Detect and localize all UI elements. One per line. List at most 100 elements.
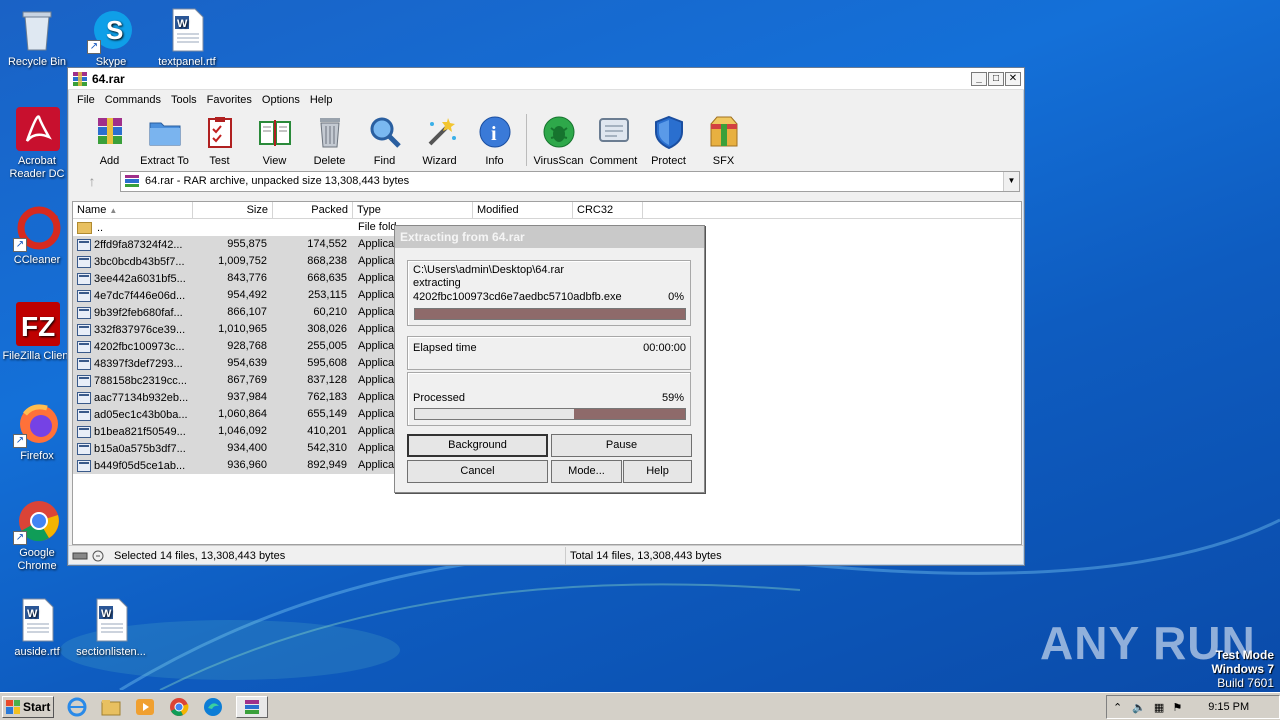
chrome-icon: ↗ bbox=[13, 497, 61, 545]
maximize-button[interactable]: □ bbox=[988, 71, 1004, 86]
row-name: 332f837976ce39... bbox=[94, 323, 186, 336]
current-file: 4202fbc100973cd6e7aedbc5710adbfb.exe bbox=[413, 291, 622, 303]
row-name: 4202fbc100973c... bbox=[94, 340, 185, 353]
toolbar-view-button[interactable]: View bbox=[247, 114, 302, 167]
chrome-taskbar-icon[interactable] bbox=[168, 696, 190, 718]
close-button[interactable]: ✕ bbox=[1005, 71, 1021, 86]
executable-file-icon bbox=[77, 289, 91, 302]
toolbar-extract-button[interactable]: Extract To bbox=[137, 114, 192, 167]
dialog-title[interactable]: Extracting from 64.rar bbox=[395, 226, 704, 248]
toolbar-info-button[interactable]: i Info bbox=[467, 114, 522, 167]
up-arrow-icon[interactable]: ↑ bbox=[72, 173, 112, 189]
row-name: aac77134b932eb... bbox=[94, 391, 189, 404]
toolbar-find-button[interactable]: Find bbox=[357, 114, 412, 167]
column-crc32[interactable]: CRC32 bbox=[573, 202, 643, 218]
filezilla-icon: FZ bbox=[13, 300, 61, 348]
toolbar-sfx-button[interactable]: SFX bbox=[696, 114, 751, 167]
menu-commands[interactable]: Commands bbox=[100, 94, 166, 106]
sfx-archive-icon bbox=[710, 116, 737, 147]
internet-explorer-icon[interactable] bbox=[66, 696, 88, 718]
action-center-flag-icon[interactable]: ⚑ bbox=[1172, 701, 1182, 714]
clock[interactable]: 9:15 PM bbox=[1208, 701, 1249, 713]
ccleaner-icon: ↗ bbox=[13, 204, 61, 252]
executable-file-icon bbox=[77, 391, 91, 404]
status-total: Total 14 files, 13,308,443 bytes bbox=[570, 549, 722, 562]
title-bar[interactable]: 64.rar _ □ ✕ bbox=[68, 68, 1024, 90]
menu-help[interactable]: Help bbox=[305, 94, 338, 106]
toolbar-add-button[interactable]: Add bbox=[82, 114, 137, 167]
extract-action: extracting bbox=[413, 277, 461, 289]
menu-tools[interactable]: Tools bbox=[166, 94, 202, 106]
svg-text:W: W bbox=[177, 18, 188, 30]
desktop-icon-auside[interactable]: W auside.rtf bbox=[0, 596, 74, 659]
row-packed: 892,949 bbox=[273, 457, 353, 474]
desktop-icon-recycle-bin[interactable]: Recycle Bin bbox=[0, 6, 74, 69]
menu-file[interactable]: File bbox=[72, 94, 100, 106]
help-button[interactable]: Help bbox=[623, 460, 692, 483]
row-name: 3ee442a6031bf5... bbox=[94, 272, 186, 285]
column-type[interactable]: Type bbox=[353, 202, 473, 218]
address-field[interactable]: 64.rar - RAR archive, unpacked size 13,3… bbox=[120, 170, 1020, 192]
skype-icon: S ↗ bbox=[87, 6, 135, 54]
network-icon[interactable]: ▦ bbox=[1154, 701, 1164, 714]
file-explorer-icon[interactable] bbox=[100, 696, 122, 718]
row-size: 1,010,965 bbox=[193, 321, 273, 338]
svg-text:W: W bbox=[101, 608, 112, 620]
cancel-button[interactable]: Cancel bbox=[407, 460, 548, 483]
toolbar-test-button[interactable]: Test bbox=[192, 114, 247, 167]
start-button[interactable]: Start bbox=[2, 695, 54, 718]
row-size: 954,492 bbox=[193, 287, 273, 304]
executable-file-icon bbox=[77, 255, 91, 268]
desktop-icon-ccleaner[interactable]: ↗ CCleaner bbox=[0, 204, 74, 267]
mode-button[interactable]: Mode... bbox=[551, 460, 622, 483]
toolbar-protect-button[interactable]: Protect bbox=[641, 114, 696, 167]
toolbar-comment-label: Comment bbox=[589, 155, 638, 167]
desktop-icon-label: auside.rtf bbox=[14, 646, 60, 658]
desktop-icon-skype[interactable]: S ↗ Skype bbox=[74, 6, 148, 69]
show-hidden-icons-icon[interactable]: ⌃ bbox=[1113, 701, 1122, 714]
minimize-button[interactable]: _ bbox=[971, 71, 987, 86]
dropdown-arrow-icon[interactable]: ▼ bbox=[1003, 171, 1019, 191]
toolbar-wizard-button[interactable]: Wizard bbox=[412, 114, 467, 167]
status-bar: Selected 14 files, 13,308,443 bytes Tota… bbox=[68, 545, 1024, 565]
desktop-icon-textpanel[interactable]: W textpanel.rtf bbox=[150, 6, 224, 69]
system-tray: ⌃ 🔈 ▦ ⚑ 9:15 PM bbox=[1106, 695, 1280, 719]
column-name[interactable]: Name ▲ bbox=[73, 202, 193, 218]
toolbar-add-label: Add bbox=[99, 155, 120, 167]
executable-file-icon bbox=[77, 459, 91, 472]
book-icon bbox=[258, 120, 291, 146]
desktop-icon-chrome[interactable]: ↗ Google Chrome bbox=[0, 497, 74, 573]
menu-options[interactable]: Options bbox=[257, 94, 305, 106]
toolbar-delete-button[interactable]: Delete bbox=[302, 114, 357, 167]
desktop-icon-sectionlisten[interactable]: W sectionlisten... bbox=[74, 596, 148, 659]
media-player-icon[interactable] bbox=[134, 696, 156, 718]
toolbar-comment-button[interactable]: Comment bbox=[586, 114, 641, 167]
desktop-icon-firefox[interactable]: ↗ Firefox bbox=[0, 400, 74, 463]
svg-text:S: S bbox=[106, 15, 123, 45]
menu-favorites[interactable]: Favorites bbox=[202, 94, 257, 106]
word-document-icon: W bbox=[87, 596, 135, 644]
archive-add-icon bbox=[97, 118, 122, 144]
desktop-icon-acrobat[interactable]: Acrobat Reader DC bbox=[0, 105, 74, 181]
volume-icon[interactable]: 🔈 bbox=[1132, 701, 1146, 714]
row-size: 843,776 bbox=[193, 270, 273, 287]
pause-button[interactable]: Pause bbox=[551, 434, 692, 457]
column-packed[interactable]: Packed bbox=[273, 202, 353, 218]
processed-label: Processed bbox=[413, 392, 465, 404]
processed-progress-bar bbox=[414, 408, 686, 420]
winrar-taskbar-button[interactable] bbox=[236, 695, 268, 718]
executable-file-icon bbox=[77, 442, 91, 455]
file-progress-bar bbox=[414, 308, 686, 320]
background-button[interactable]: Background bbox=[407, 434, 548, 457]
row-packed: 595,608 bbox=[273, 355, 353, 372]
taskbar: Start ⌃ 🔈 ▦ ⚑ 9:15 PM bbox=[0, 692, 1280, 720]
toolbar-find-label: Find bbox=[373, 155, 396, 167]
toolbar-delete-label: Delete bbox=[313, 155, 346, 167]
toolbar-virusscan-button[interactable]: VirusScan bbox=[531, 114, 586, 167]
column-modified[interactable]: Modified bbox=[473, 202, 573, 218]
desktop-icon-filezilla[interactable]: FZ FileZilla Client bbox=[0, 300, 74, 363]
edge-icon[interactable] bbox=[202, 696, 224, 718]
processed-percent: 59% bbox=[661, 392, 684, 404]
column-size[interactable]: Size bbox=[193, 202, 273, 218]
executable-file-icon bbox=[77, 306, 91, 319]
